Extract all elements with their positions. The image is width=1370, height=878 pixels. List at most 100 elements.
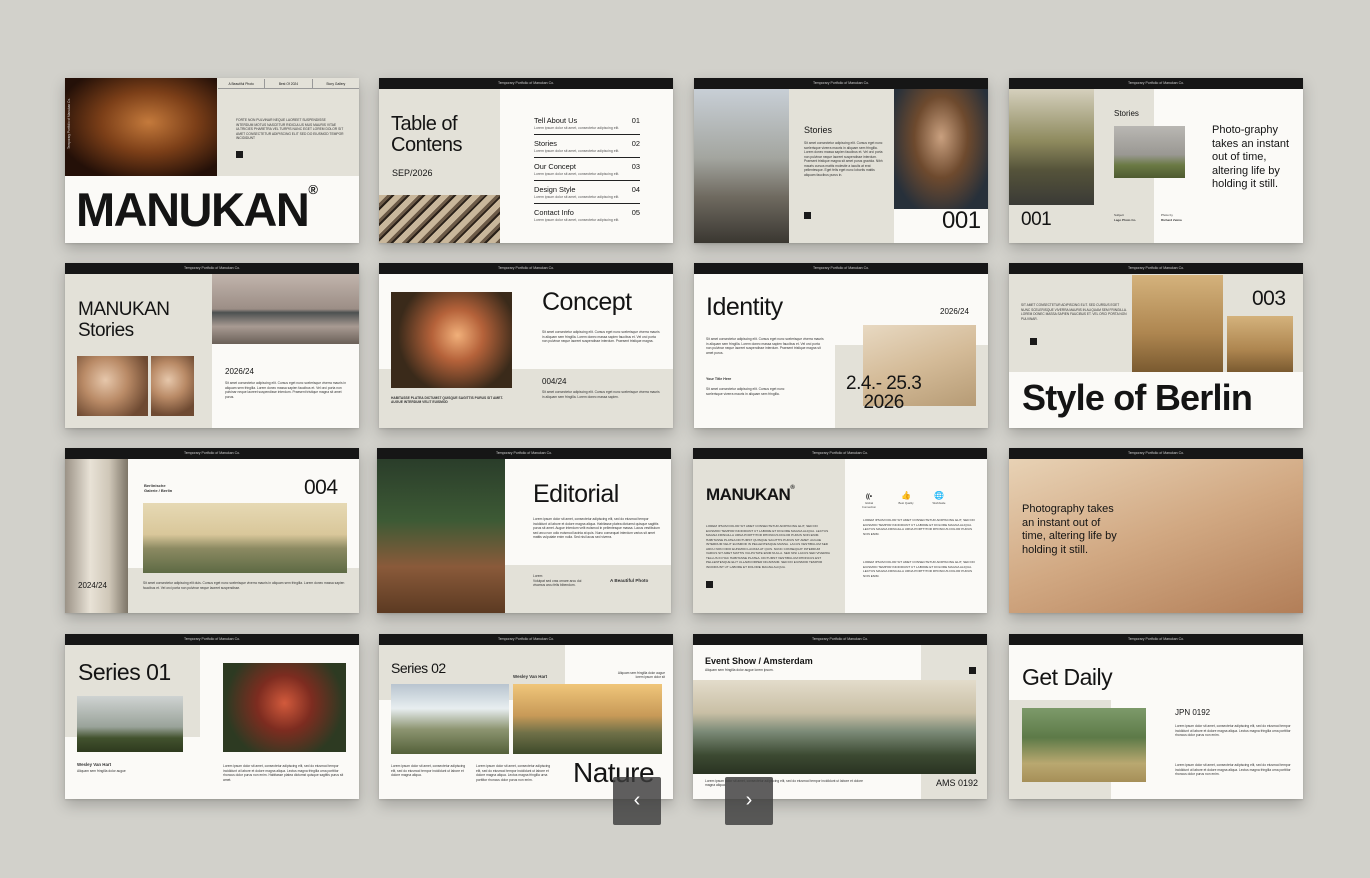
- slide-header-strip: Temporary Portfolio of Manukan Co.: [377, 448, 671, 459]
- cover-tab-1[interactable]: A Beautiful Photo: [218, 79, 266, 88]
- identity-range: 2.4.- 25.3 2026: [846, 373, 922, 413]
- slide-table-of-contents[interactable]: Temporary Portfolio of Manukan Co. Table…: [379, 78, 673, 243]
- quote-meta-2: Photo by Richard Zeima: [1161, 213, 1182, 223]
- berlin-body: SIT AMET CONSECTETUR ADIPISCING ELIT. SE…: [1021, 303, 1127, 321]
- series2-title: Series 02: [391, 660, 446, 676]
- slide-header-strip: Temporary Portfolio of Manukan Co.: [65, 263, 359, 274]
- wood-stairs-photo-2: [151, 356, 194, 416]
- slide-side-caption: Temporary Portfolio of Manukan Co.: [67, 98, 71, 150]
- gallery-number: 004: [304, 476, 338, 499]
- stairs-quote-text: Photography takes an instant out of time…: [1022, 503, 1117, 556]
- cover-title: MANUKAN®: [76, 182, 318, 236]
- slide-header-strip: Temporary Portfolio of Manukan Co.: [1009, 78, 1303, 89]
- slide-header-strip: Temporary Portfolio of Manukan Co.: [65, 634, 359, 645]
- identity-date: 2026/24: [940, 307, 969, 316]
- slide-header-strip: Temporary Portfolio of Manukan Co.: [379, 78, 673, 89]
- identity-title: Identity: [706, 293, 783, 321]
- series2-name: Wesley Van Hart: [513, 674, 548, 679]
- slide-series-02[interactable]: Temporary Portfolio of Manukan Co. Serie…: [379, 634, 673, 799]
- slide-header-strip: Temporary Portfolio of Manukan Co.: [1009, 263, 1303, 274]
- slide-header-strip: Temporary Portfolio of Manukan Co.: [694, 78, 988, 89]
- toc-row-2[interactable]: Stories 02 Lorem ipsum dolor sit amet, con…: [534, 139, 640, 158]
- slide-header-strip: Temporary Portfolio of Manukan Co.: [1009, 448, 1303, 459]
- series1-title: Series 01: [78, 659, 171, 685]
- berlin-number: 003: [1252, 287, 1286, 310]
- river-photo: [693, 680, 976, 774]
- series2-note: Aliquam sem fringilla dolor augue lorem …: [617, 671, 665, 680]
- quote-number: 001: [1021, 209, 1052, 230]
- slide-style-of-berlin[interactable]: Temporary Portfolio of Manukan Co. SIT A…: [1009, 263, 1303, 428]
- cover-tab-3[interactable]: Story Gallery: [313, 79, 359, 88]
- slide-header-strip: Temporary Portfolio of Manukan Co.: [65, 448, 359, 459]
- slide-series-01[interactable]: Temporary Portfolio of Manukan Co. Serie…: [65, 634, 359, 799]
- daily-code: JPN 0192: [1175, 708, 1211, 717]
- woman-glasses-photo: [894, 89, 988, 209]
- cover-arrow-button[interactable]: [236, 151, 243, 158]
- series2-body-2: Lorem ipsum dolor sit amet, consectetur …: [476, 764, 551, 782]
- stories-arrow-button[interactable]: [804, 212, 811, 219]
- concept-caption: HABITASSE PLATEA DICTUMST QUISQUE SAGITT…: [391, 396, 503, 405]
- stories-number: 001: [942, 207, 981, 234]
- toc-row-3[interactable]: Our Concept 03 Lorem ipsum dolor sit amet,…: [534, 162, 640, 181]
- slide-manukan-features[interactable]: Temporary Portfolio of Manukan Co. MANUK…: [693, 448, 987, 613]
- event-code: AMS 0192: [936, 778, 979, 788]
- slide-editorial[interactable]: Temporary Portfolio of Manukan Co. Edito…: [377, 448, 671, 613]
- editorial-body: Lorem ipsum dolor sit amet, consectetur …: [533, 517, 660, 540]
- slide-cover[interactable]: Temporary Portfolio of Manukan Co. A Bea…: [65, 78, 359, 243]
- gallery-date: 2024/24: [78, 581, 107, 590]
- toc-title: Table of Contens: [391, 113, 463, 156]
- wifi-icon: ((• Global Connection: [861, 494, 877, 509]
- slide-photography-quote[interactable]: Temporary Portfolio of Manukan Co. Stori…: [1009, 78, 1303, 243]
- daily-title: Get Daily: [1022, 664, 1113, 690]
- flowers-photo: [391, 292, 512, 388]
- building-photo: [379, 195, 500, 243]
- slide-gallery-004[interactable]: Temporary Portfolio of Manukan Co. Berli…: [65, 448, 359, 613]
- gallery-body: Sit amet consectetur adipiscing elit dui…: [143, 581, 345, 590]
- toc-row-1[interactable]: Tell About Us 01 Lorem ipsum dolor sit ame…: [534, 116, 640, 135]
- landscape-painting: [143, 503, 347, 573]
- toc-row-5[interactable]: Contact Info 05 Lorem ipsum dolor sit amet…: [534, 208, 640, 226]
- wheat-photo-1: [1132, 275, 1223, 372]
- berlin-arrow-button[interactable]: [1030, 338, 1037, 345]
- toc-date: SEP/2026: [392, 168, 433, 178]
- stories-body: Sit amet consectetur adipiscing elit. Cu…: [804, 141, 883, 177]
- event-arrow-button[interactable]: [969, 667, 976, 674]
- event-title: Event Show / Amsterdam: [705, 656, 813, 666]
- slide-stairs-quote[interactable]: Temporary Portfolio of Manukan Co. Photo…: [1009, 448, 1303, 613]
- bridge-photo: [377, 459, 505, 613]
- slide-manukan-stories[interactable]: Temporary Portfolio of Manukan Co. MANUK…: [65, 263, 359, 428]
- series1-name: Wesley Van Hart: [77, 762, 112, 767]
- street-photo: [694, 89, 789, 243]
- editorial-small-body: Volutpat sed cras ornare arcu dui vivamu…: [533, 579, 582, 588]
- slide-header-strip: Temporary Portfolio of Manukan Co.: [379, 263, 673, 274]
- ms-date: 2026/24: [225, 367, 254, 376]
- identity-body: Sit amet consectetur adipiscing elit. Cu…: [706, 337, 824, 355]
- slide-identity[interactable]: Temporary Portfolio of Manukan Co. Ident…: [694, 263, 988, 428]
- cover-tab-2[interactable]: Best Of 2024: [265, 79, 313, 88]
- slide-get-daily[interactable]: Temporary Portfolio of Manukan Co. Get D…: [1009, 634, 1303, 799]
- features-col-2: LOREM IPSUM DOLOR SIT AMET CONSECTETUR A…: [863, 560, 975, 578]
- berlin-title: Style of Berlin: [1022, 377, 1253, 418]
- gallery-place: Berlinische Galerie / Berlin: [144, 483, 173, 494]
- ms-body: Sit amet consectetur adipiscing elit. Cu…: [225, 381, 347, 400]
- toc-row-4[interactable]: Design Style 04 Lorem ipsum dolor sit amet…: [534, 185, 640, 204]
- quote-stories-heading: Stories: [1114, 109, 1139, 118]
- gallery-beige-footer: [128, 568, 359, 613]
- features-col-1: LOREM IPSUM DOLOR SIT AMET CONSECTETUR A…: [863, 518, 975, 536]
- lake-photo: [212, 274, 359, 344]
- slide-header-strip: Temporary Portfolio of Manukan Co.: [694, 263, 988, 274]
- identity-your-title: Your Title Here: [706, 377, 732, 381]
- features-arrow-button[interactable]: [706, 581, 713, 588]
- meadow-photo: [1022, 708, 1146, 782]
- concept-body-2: Sit amet consectetur adipiscing elit. Cu…: [542, 390, 660, 399]
- cliffs-photo: [513, 684, 662, 754]
- slide-stories[interactable]: Temporary Portfolio of Manukan Co. Stori…: [694, 78, 988, 243]
- slide-event-show[interactable]: Temporary Portfolio of Manukan Co. Event…: [693, 634, 987, 799]
- next-slide-button[interactable]: ›: [725, 777, 773, 825]
- portrait-photo: [65, 78, 217, 176]
- wheat-photo-2: [1227, 316, 1293, 372]
- prev-slide-button[interactable]: ‹: [613, 777, 661, 825]
- thumbs-up-icon: 👍 Best Quality: [898, 491, 914, 505]
- slide-concept[interactable]: Temporary Portfolio of Manukan Co. Conce…: [379, 263, 673, 428]
- house-photo: [77, 696, 183, 752]
